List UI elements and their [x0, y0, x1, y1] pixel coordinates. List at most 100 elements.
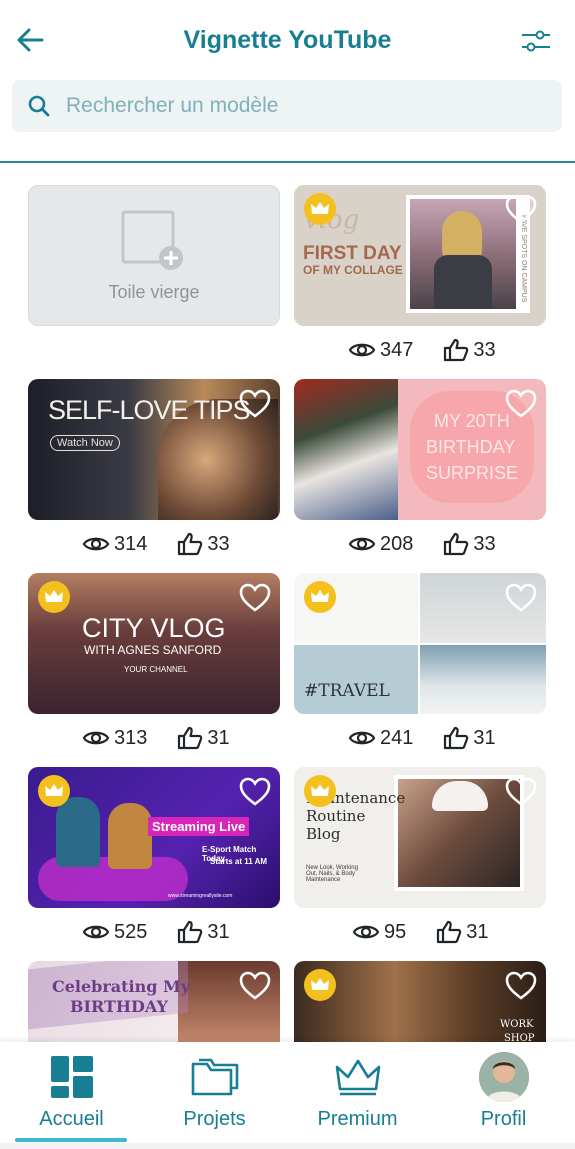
template-text: OF MY COLLAGE [303, 263, 403, 277]
view-count: 241 [380, 726, 414, 749]
nav-item-profil[interactable]: Profil [432, 1042, 575, 1142]
template-text: FAVE SPOTS ON CAMPUS [520, 215, 527, 303]
template-stats: 241 31 [348, 723, 526, 753]
template-text: #TRAVEL [304, 681, 390, 701]
template-card[interactable]: Streaming Live E-Sport Match Today Start… [28, 767, 280, 908]
view-count: 525 [114, 920, 148, 943]
heart-icon[interactable] [504, 193, 538, 227]
premium-badge [304, 193, 336, 225]
heart-icon[interactable] [504, 969, 538, 1003]
template-text: YOUR CHANNEL [124, 665, 188, 674]
template-text: SELF-LOVE TIPS [48, 395, 251, 425]
view-count: 95 [384, 920, 407, 943]
template-text: FIRST DAY [303, 243, 402, 264]
template-text: www.streamingreallysite.com [168, 893, 233, 899]
template-text: Celebrating My [52, 977, 191, 996]
template-text: Blog [306, 825, 341, 843]
eye-icon [348, 537, 376, 551]
template-card[interactable]: CITY VLOG WITH AGNES SANFORD YOUR CHANNE… [28, 573, 280, 714]
crown-icon [311, 202, 329, 214]
template-text: Starts at 11 AM [210, 857, 268, 866]
search-icon [12, 80, 66, 132]
eye-icon [348, 731, 376, 745]
search-bar[interactable] [12, 80, 562, 132]
template-card[interactable]: Maintenance Routine Blog New Look, Worki… [294, 767, 546, 908]
template-card[interactable]: #TRAVEL [294, 573, 546, 714]
template-text: WORK [500, 1019, 534, 1030]
thumbs-up-icon [178, 920, 203, 944]
eye-icon [82, 925, 110, 939]
thumbs-up-icon [178, 726, 203, 750]
premium-badge [304, 969, 336, 1001]
like-count: 31 [473, 726, 496, 749]
eye-icon [82, 537, 110, 551]
thumbs-up-icon [444, 338, 469, 362]
nav-label: Projets [183, 1108, 246, 1130]
nav-item-accueil[interactable]: Accueil [0, 1042, 143, 1142]
heart-icon[interactable] [238, 581, 272, 615]
nav-label: Premium [317, 1108, 398, 1130]
nav-item-premium[interactable]: Premium [286, 1042, 429, 1142]
heart-icon[interactable] [238, 387, 272, 421]
filter-button[interactable] [519, 24, 553, 58]
nav-label: Accueil [39, 1108, 104, 1130]
app-header: Vignette YouTube [0, 0, 575, 80]
folder-icon [191, 1058, 238, 1096]
search-input[interactable] [66, 94, 526, 118]
template-text: BIRTHDAY [70, 997, 168, 1016]
template-text: WITH AGNES SANFORD [84, 643, 222, 657]
avatar [478, 1052, 529, 1102]
crown-icon [311, 978, 329, 990]
template-text: BIRTHDAY [426, 437, 516, 457]
premium-badge [304, 581, 336, 613]
template-text: CITY VLOG [82, 613, 226, 643]
template-stats: 347 33 [348, 335, 526, 365]
like-count: 31 [207, 726, 230, 749]
heart-icon[interactable] [238, 969, 272, 1003]
blank-canvas-label: Toile vierge [108, 282, 200, 302]
heart-icon[interactable] [504, 387, 538, 421]
premium-badge [38, 581, 70, 613]
heart-icon[interactable] [504, 775, 538, 809]
like-count: 33 [473, 338, 496, 361]
sliders-icon [522, 30, 550, 52]
add-canvas-icon [121, 210, 183, 270]
crown-icon [45, 590, 63, 602]
crown-icon [335, 1059, 380, 1096]
avatar-icon [478, 1052, 529, 1102]
template-text: Streaming Live [148, 817, 250, 836]
template-stats: 208 33 [348, 529, 526, 559]
thumbs-up-icon [178, 532, 203, 556]
template-card[interactable]: SELF-LOVE TIPS Watch Now [28, 379, 280, 520]
thumbs-up-icon [444, 726, 469, 750]
thumbs-up-icon [437, 920, 462, 944]
view-count: 347 [380, 338, 414, 361]
template-text: Watch Now [50, 435, 120, 451]
like-count: 33 [473, 532, 496, 555]
nav-item-projets[interactable]: Projets [143, 1042, 286, 1142]
template-stats: 314 33 [82, 529, 260, 559]
eye-icon [352, 925, 380, 939]
view-count: 314 [114, 532, 148, 555]
page-title: Vignette YouTube [183, 26, 392, 54]
template-text: MY 20TH [434, 411, 510, 431]
like-count: 31 [207, 920, 230, 943]
template-card[interactable]: MY 20TH BIRTHDAY SURPRISE [294, 379, 546, 520]
active-tab-indicator [15, 1138, 127, 1142]
crown-icon [311, 784, 329, 796]
header-divider [0, 161, 575, 163]
system-bar [0, 1143, 575, 1149]
eye-icon [348, 343, 376, 357]
premium-badge [304, 775, 336, 807]
template-card[interactable]: Celebrating My BIRTHDAY [28, 961, 280, 1042]
blank-canvas-card[interactable]: Toile vierge [28, 185, 280, 326]
template-card[interactable]: WORK SHOP [294, 961, 546, 1042]
view-count: 313 [114, 726, 148, 749]
heart-icon[interactable] [504, 581, 538, 615]
heart-icon[interactable] [238, 775, 272, 809]
template-text: New Look, Working Out, Nails, & Body Mai… [306, 865, 358, 883]
crown-icon [311, 590, 329, 602]
like-count: 31 [466, 920, 489, 943]
template-card[interactable]: vlog FIRST DAY OF MY COLLAGE FAVE SPOTS … [294, 185, 546, 326]
premium-badge [38, 775, 70, 807]
